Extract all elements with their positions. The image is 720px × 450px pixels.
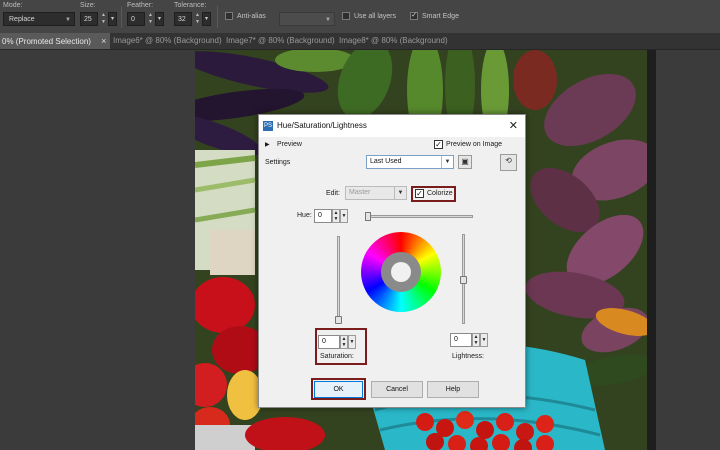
mode-value: Replace — [9, 16, 35, 23]
size-input[interactable]: 25 — [80, 12, 98, 26]
tool-options-bar: Mode: Replace ▼ Size: 25 ▲ ▼ ▾ Feather: 0… — [0, 0, 720, 34]
color-wheel-hole — [391, 262, 411, 282]
hue-saturation-lightness-dialog: PS Hue/Saturation/Lightness ✕ ▶ Preview … — [258, 114, 526, 408]
mode-label: Mode: — [3, 2, 23, 9]
saturation-slider-track[interactable] — [337, 236, 340, 322]
use-all-layers-label: Use all layers — [354, 12, 397, 20]
document-tabs: 0% (Promoted Selection) × Image6* @ 80% … — [0, 33, 720, 50]
use-all-layers-checkbox[interactable]: Use all layers — [342, 12, 396, 20]
tolerance-label: Tolerance: — [174, 2, 207, 9]
dialog-titlebar[interactable]: PS Hue/Saturation/Lightness ✕ — [259, 115, 525, 137]
close-icon[interactable]: ✕ — [509, 119, 518, 132]
tab-label: Image7* @ 80% (Background) — [226, 36, 335, 45]
colorize-checkbox[interactable]: ✓ — [415, 189, 424, 198]
close-icon[interactable]: × — [101, 36, 106, 46]
chevron-down-icon: ▼ — [65, 17, 71, 23]
hue-slider-thumb[interactable] — [365, 212, 371, 221]
preview-label[interactable]: Preview — [277, 141, 302, 148]
chevron-down-icon: ▼ — [325, 17, 331, 23]
color-wheel[interactable] — [361, 232, 441, 312]
edit-value: Master — [349, 189, 371, 196]
divider — [217, 6, 218, 28]
reset-icon[interactable]: ⟲ — [500, 154, 517, 171]
saturation-dropdown[interactable]: ▼ — [348, 335, 356, 349]
smart-edge-label: Smart Edge — [422, 12, 459, 20]
tolerance-stepper[interactable]: ▲ ▼ — [194, 12, 201, 26]
divider — [121, 6, 122, 28]
feather-dropdown[interactable]: ▾ — [155, 12, 164, 26]
edit-dropdown-disabled: Master ▼ — [345, 186, 407, 200]
lightness-label: Lightness: — [452, 353, 484, 360]
lightness-input[interactable]: 0 — [450, 333, 472, 347]
settings-label: Settings — [265, 159, 291, 166]
hue-label: Hue: — [297, 212, 312, 219]
app-icon: PS — [263, 121, 273, 131]
antialias-label: Anti-alias — [237, 12, 266, 20]
dialog-title: Hue/Saturation/Lightness — [277, 121, 367, 130]
lightness-slider-thumb[interactable] — [460, 276, 467, 284]
tab-label: 0% (Promoted Selection) — [2, 37, 91, 46]
ok-button[interactable]: OK — [314, 381, 363, 398]
size-stepper[interactable]: ▲ ▼ — [100, 12, 107, 26]
saturation-label: Saturation: — [320, 353, 354, 360]
tolerance-input[interactable]: 32 — [174, 12, 192, 26]
saturation-input[interactable]: 0 — [318, 335, 340, 349]
saturation-stepper[interactable]: ▲ ▼ — [340, 335, 348, 349]
tolerance-dropdown[interactable]: ▾ — [202, 12, 211, 26]
lightness-dropdown[interactable]: ▼ — [480, 333, 488, 347]
hue-input[interactable]: 0 — [314, 209, 332, 223]
feather-input[interactable]: 0 — [127, 12, 145, 26]
size-dropdown[interactable]: ▾ — [108, 12, 117, 26]
edit-label: Edit: — [326, 190, 341, 197]
antialias-mode-dropdown-disabled: ▼ — [279, 12, 335, 26]
size-label: Size: — [80, 2, 96, 9]
tab-image6[interactable]: Image6* @ 80% (Background) — [113, 33, 222, 49]
tab-image7[interactable]: Image7* @ 80% (Background) — [226, 33, 335, 49]
mode-dropdown[interactable]: Replace ▼ — [3, 12, 75, 26]
hue-stepper[interactable]: ▲ ▼ — [332, 209, 340, 223]
cancel-button[interactable]: Cancel — [371, 381, 423, 398]
saturation-slider-thumb[interactable] — [335, 316, 342, 324]
antialias-checkbox[interactable]: Anti-alias — [225, 12, 266, 20]
chevron-down-icon: ▼ — [441, 156, 453, 168]
settings-dropdown[interactable]: Last Used ▼ — [366, 155, 454, 169]
tab-promoted-selection[interactable]: 0% (Promoted Selection) × — [0, 33, 111, 49]
checkbox-box: ✓ — [410, 12, 418, 20]
hue-dropdown[interactable]: ▼ — [340, 209, 348, 223]
canvas-edge — [647, 50, 656, 450]
tab-image8[interactable]: Image8* @ 80% (Background) — [339, 33, 448, 49]
preview-on-image-label: Preview on Image — [446, 141, 503, 148]
expand-arrow-icon[interactable]: ▶ — [265, 141, 270, 148]
feather-stepper[interactable]: ▲ ▼ — [147, 12, 154, 26]
feather-label: Feather: — [127, 2, 154, 9]
smart-edge-checkbox[interactable]: ✓ Smart Edge — [410, 12, 459, 20]
save-preset-icon[interactable]: ▣ — [458, 155, 472, 169]
lightness-stepper[interactable]: ▲ ▼ — [472, 333, 480, 347]
tab-label: Image6* @ 80% (Background) — [113, 36, 222, 45]
colorize-label: Colorize — [427, 190, 453, 197]
help-button[interactable]: Help — [427, 381, 479, 398]
color-wheel-center — [381, 252, 421, 292]
tab-label: Image8* @ 80% (Background) — [339, 36, 448, 45]
checkbox-box — [225, 12, 233, 20]
checkbox-box — [342, 12, 350, 20]
settings-value: Last Used — [370, 158, 402, 165]
chevron-down-icon: ▼ — [394, 187, 406, 199]
hue-slider-track[interactable] — [366, 215, 473, 218]
preview-on-image-checkbox[interactable]: ✓ — [434, 140, 443, 149]
